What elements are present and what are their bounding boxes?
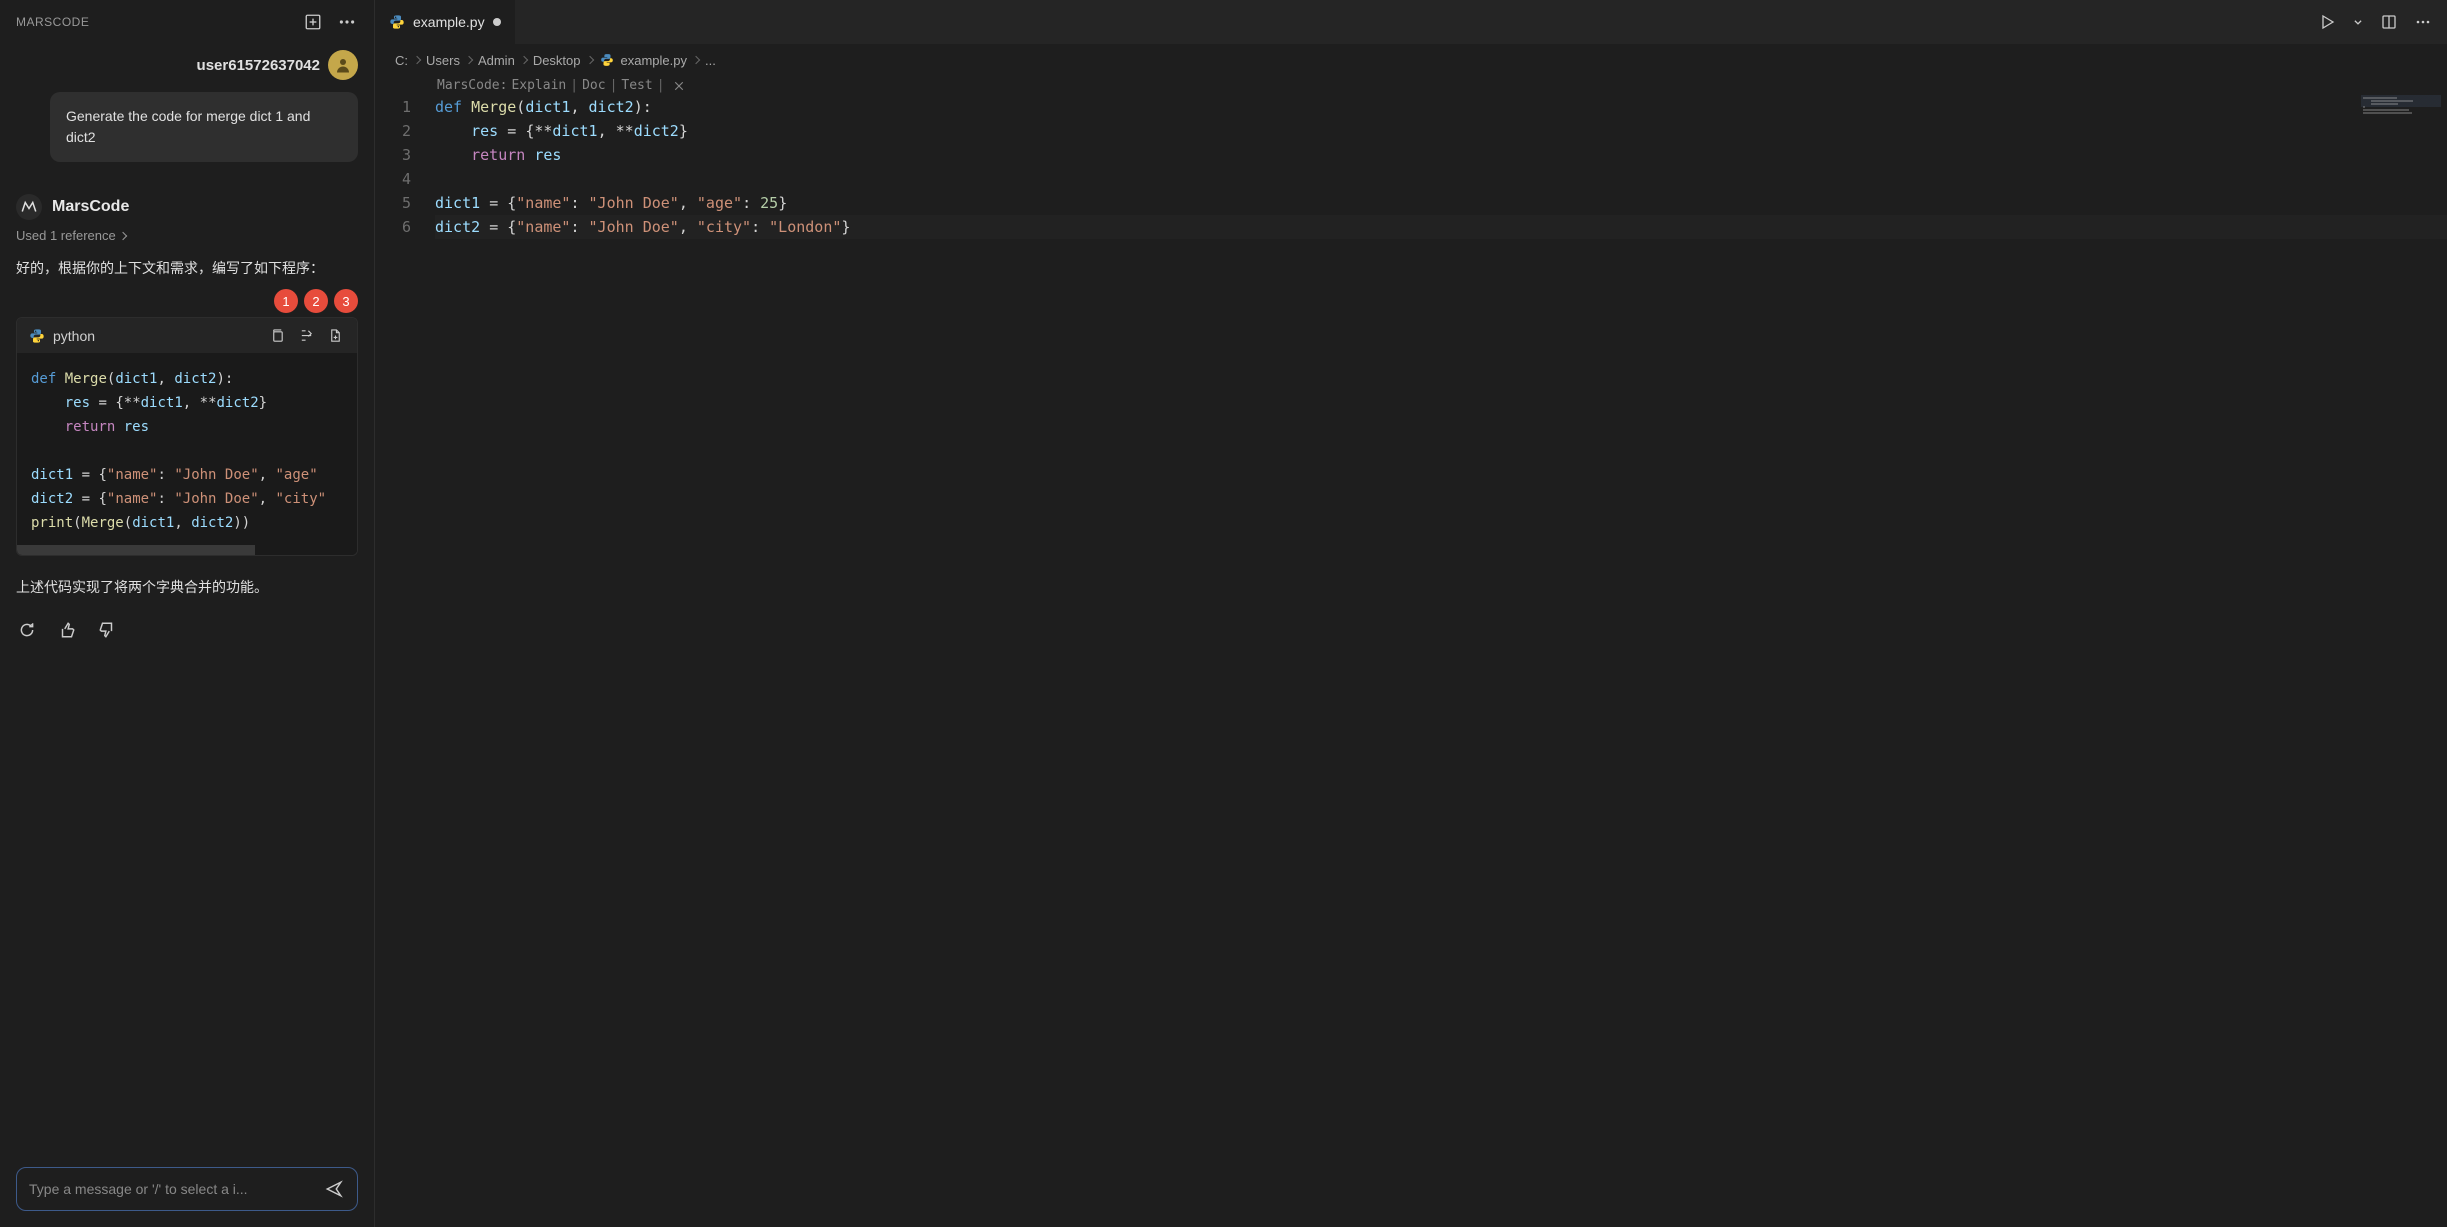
new-file-code-button[interactable] <box>326 326 345 345</box>
sidebar-code-block: python def Merge(dict1, dict2): res = {*… <box>16 317 358 556</box>
editor-content[interactable]: 123456 def Merge(dict1, dict2): res = {*… <box>375 95 2447 1227</box>
feedback-row <box>0 609 374 661</box>
user-row: user61572637042 <box>0 44 374 92</box>
split-editor-button[interactable] <box>2379 12 2399 32</box>
run-button[interactable] <box>2317 12 2337 32</box>
breadcrumb-item[interactable]: ... <box>705 53 716 68</box>
marscode-logo-icon <box>16 194 42 220</box>
unsaved-dot-icon <box>493 18 501 26</box>
breadcrumb-item[interactable]: Admin <box>478 53 515 68</box>
user-message: Generate the code for merge dict 1 and d… <box>50 92 358 162</box>
breadcrumb-item[interactable]: Desktop <box>533 53 581 68</box>
assistant-name: MarsCode <box>52 198 129 216</box>
tab-label: example.py <box>413 14 485 30</box>
new-chat-button[interactable] <box>302 11 324 33</box>
gutter: 123456 <box>375 95 435 1227</box>
run-dropdown-button[interactable] <box>2351 15 2365 29</box>
badge-3[interactable]: 3 <box>334 289 358 313</box>
thumbs-up-button[interactable] <box>56 619 78 641</box>
breadcrumb[interactable]: C: Users Admin Desktop example.py ... <box>375 44 2447 76</box>
insert-code-button[interactable] <box>297 326 316 345</box>
tab-example-py[interactable]: example.py <box>375 0 516 44</box>
code-lens-doc[interactable]: Doc <box>582 78 605 93</box>
badge-1[interactable]: 1 <box>274 289 298 313</box>
user-name: user61572637042 <box>197 57 320 74</box>
regenerate-button[interactable] <box>16 619 38 641</box>
horizontal-scrollbar[interactable] <box>17 545 357 555</box>
copy-code-button[interactable] <box>268 326 287 345</box>
sidebar-title: MARSCODE <box>16 15 89 29</box>
minimap[interactable] <box>2361 95 2441 125</box>
sidebar-code-content: def Merge(dict1, dict2): res = {**dict1,… <box>17 353 357 545</box>
scrollbar-thumb[interactable] <box>17 545 255 555</box>
code-lines[interactable]: def Merge(dict1, dict2): res = {**dict1,… <box>435 95 2447 1227</box>
message-input[interactable] <box>29 1181 323 1197</box>
followup-text: 上述代码实现了将两个字典合并的功能。 <box>0 566 374 608</box>
chevron-icon <box>520 56 528 64</box>
reference-line[interactable]: Used 1 reference <box>0 224 374 253</box>
assistant-response-text: 好的，根据你的上下文和需求，编写了如下程序： <box>0 253 374 289</box>
chevron-icon <box>692 56 700 64</box>
breadcrumb-item[interactable]: example.py <box>621 53 687 68</box>
sidebar-header: MARSCODE <box>0 0 374 44</box>
python-icon <box>599 52 615 68</box>
marscode-sidebar: MARSCODE user61572637042 Generate the co… <box>0 0 375 1227</box>
breadcrumb-item[interactable]: Users <box>426 53 460 68</box>
user-avatar[interactable] <box>328 50 358 80</box>
breadcrumb-item[interactable]: C: <box>395 53 408 68</box>
code-block-header: python <box>17 318 357 353</box>
editor-area: example.py C: <box>375 0 2447 1227</box>
more-actions-button[interactable] <box>336 11 358 33</box>
tabs-row: example.py <box>375 0 2447 44</box>
thumbs-down-button[interactable] <box>96 619 118 641</box>
chevron-icon <box>465 56 473 64</box>
python-icon <box>389 14 405 30</box>
badge-2[interactable]: 2 <box>304 289 328 313</box>
chevron-icon <box>585 56 593 64</box>
chevron-icon <box>413 56 421 64</box>
python-icon <box>29 328 45 344</box>
send-button[interactable] <box>323 1178 345 1200</box>
code-lang: python <box>29 328 95 344</box>
code-lens-close-icon[interactable] <box>673 80 685 92</box>
input-container[interactable] <box>16 1167 358 1211</box>
code-lens-prefix: MarsCode: <box>437 78 507 93</box>
code-lens-test[interactable]: Test <box>621 78 652 93</box>
badges-row: 1 2 3 <box>0 289 374 317</box>
code-lens-explain[interactable]: Explain <box>511 78 566 93</box>
editor-more-button[interactable] <box>2413 12 2433 32</box>
assistant-header: MarsCode <box>0 182 374 224</box>
chevron-right-icon <box>118 231 126 239</box>
code-lens: MarsCode:Explain | Doc | Test | <box>375 76 2447 95</box>
